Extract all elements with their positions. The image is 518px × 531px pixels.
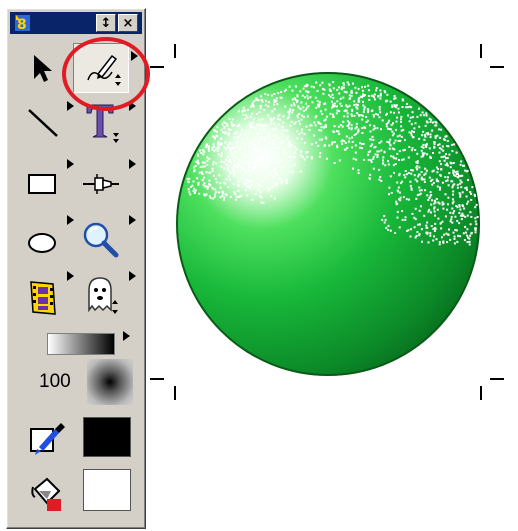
flyout-arrow-icon[interactable] (129, 271, 136, 281)
close-button[interactable]: × (118, 14, 138, 32)
soft-brush-preview[interactable] (87, 359, 133, 405)
dock-button[interactable]: ↕ (96, 14, 116, 32)
opacity-value: 100 (39, 371, 71, 392)
magnifier-icon (81, 220, 121, 260)
flyout-arrow-icon[interactable] (129, 215, 136, 225)
pointer-tool[interactable] (15, 43, 71, 93)
flyout-arrow-icon[interactable] (129, 101, 136, 111)
text-tool[interactable] (73, 97, 129, 147)
film-strip-icon (26, 278, 60, 318)
ellipse-icon (26, 229, 60, 255)
flyout-arrow-icon[interactable] (123, 331, 130, 341)
gradient-swatch[interactable] (47, 333, 115, 355)
line-color-swatch[interactable] (83, 417, 131, 457)
flyout-arrow-icon[interactable] (129, 159, 136, 169)
palette-titlebar[interactable]: 8 ↕ × (10, 12, 142, 34)
line-color-tool[interactable] (29, 419, 67, 457)
plug-icon (81, 172, 121, 196)
pencil-tool[interactable] (73, 43, 129, 93)
zoom-tool[interactable] (73, 215, 129, 265)
app-logo-icon: 8 (14, 13, 32, 33)
line-tool[interactable] (15, 97, 71, 147)
fill-color-tool[interactable] (29, 475, 67, 513)
rectangle-tool[interactable] (15, 159, 71, 209)
text-t-icon (81, 101, 121, 143)
line-icon (25, 104, 61, 140)
sphere-artwork[interactable] (150, 0, 518, 531)
eyedropper-line-icon (29, 423, 67, 461)
film-tool[interactable] (15, 273, 71, 323)
green-sphere (176, 72, 480, 376)
fill-color-swatch[interactable] (83, 469, 131, 511)
canvas[interactable] (150, 0, 518, 531)
flyout-arrow-icon[interactable] (131, 51, 138, 61)
paint-bucket-icon (29, 477, 67, 517)
ellipse-tool[interactable] (15, 217, 71, 267)
ghost-icon (81, 274, 121, 318)
ghost-tool[interactable] (73, 271, 129, 321)
arrow-pointer-icon (28, 51, 58, 85)
pencil-icon (78, 48, 124, 88)
tool-palette: 8 ↕ × 100 (6, 8, 146, 529)
connector-tool[interactable] (73, 159, 129, 209)
rectangle-icon (26, 171, 60, 197)
